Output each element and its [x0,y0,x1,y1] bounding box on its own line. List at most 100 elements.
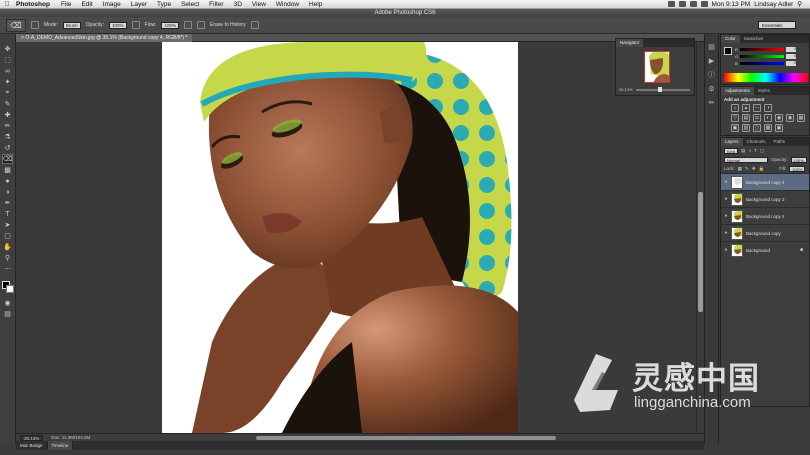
color-lookup-icon[interactable]: ▦ [797,114,805,122]
menu-layer[interactable]: Layer [126,1,152,8]
color-panel-foreground[interactable] [724,47,732,55]
brush-size-icon[interactable] [31,21,39,29]
dodge-tool-icon[interactable]: ◑ [2,187,13,197]
color-spectrum-bar[interactable] [724,73,808,82]
menu-3d[interactable]: 3D [229,1,247,8]
color-r-slider[interactable] [739,48,784,51]
marquee-tool-icon[interactable]: ⬚ [2,55,13,65]
hand-tool-icon[interactable]: ✋ [2,242,13,252]
gradient-map-icon[interactable]: ▩ [764,124,772,132]
layer-opacity-field[interactable]: 100% [790,156,807,163]
document-canvas[interactable] [162,42,518,433]
invert-icon[interactable]: ▣ [731,124,739,132]
lock-position-icon[interactable]: ✥ [752,166,756,172]
menu-clock[interactable]: Mon 9:13 PM [712,1,751,8]
history-brush-tool-icon[interactable]: ↺ [2,143,13,153]
blur-tool-icon[interactable]: ● [2,176,13,186]
color-b-slider[interactable] [739,62,784,65]
actions-panel-icon[interactable]: ▶ [707,56,717,65]
apple-icon[interactable]:  [0,1,14,8]
filter-type-icon[interactable]: T [754,148,757,153]
zoom-level-field[interactable]: 35.13% [20,434,44,441]
navigator-zoom-value[interactable]: 35.13% [619,87,633,92]
dropbox-icon[interactable] [667,1,675,7]
tool-preset-picker[interactable]: ⌫ [6,18,26,32]
hue-saturation-icon[interactable]: ▤ [742,114,750,122]
lasso-tool-icon[interactable]: ∞ [2,66,13,76]
screen-mode-icon[interactable]: ▤ [2,309,13,319]
brush-panel-icon[interactable]: ✏ [707,98,717,107]
exposure-icon[interactable]: ◑ [764,104,772,112]
gradient-tool-icon[interactable]: ▩ [2,165,13,175]
tab-layers[interactable]: Layers [721,138,743,146]
spotlight-icon[interactable]: ⚲ [797,0,802,8]
navigator-zoom-slider[interactable] [636,87,690,92]
opacity-field[interactable]: 100% [109,21,127,29]
vertical-scroll-thumb[interactable] [698,192,703,312]
clone-stamp-tool-icon[interactable]: ⚗ [2,132,13,142]
menu-user[interactable]: Lindsay Adler [754,1,793,8]
color-r-value[interactable]: 0 [785,47,796,52]
curves-icon[interactable]: ∽ [753,104,761,112]
color-g-value[interactable]: 0 [786,54,797,59]
color-balance-icon[interactable]: ⚖ [753,114,761,122]
color-b-value[interactable]: 0 [785,61,796,66]
menu-app-name[interactable]: Photoshop [14,1,56,8]
flow-field[interactable]: 100% [161,21,179,29]
wifi-icon[interactable] [678,1,686,7]
type-tool-icon[interactable]: T [2,209,13,219]
layer-visibility-icon[interactable]: ● [721,230,731,236]
threshold-icon[interactable]: ▢ [753,124,761,132]
filter-pixel-icon[interactable]: ▤ [741,148,745,154]
tab-color[interactable]: Color [721,35,740,43]
airbrush-icon[interactable] [184,21,192,29]
layer-visibility-icon[interactable]: ● [721,179,731,185]
menu-view[interactable]: View [247,1,271,8]
posterize-icon[interactable]: ▧ [742,124,750,132]
move-tool-icon[interactable]: ✥ [2,44,13,54]
path-select-tool-icon[interactable]: ➤ [2,220,13,230]
layer-background-copy[interactable]: ● Background copy [721,224,809,241]
background-color-swatch[interactable] [5,285,14,293]
blend-mode-select[interactable]: Normal [724,156,768,163]
eyedropper-tool-icon[interactable]: ✎ [2,99,13,109]
doc-size-info[interactable]: Doc: 11.3M/103.2M [51,435,90,440]
battery-icon[interactable] [700,1,708,7]
horizontal-scroll-thumb[interactable] [256,436,556,440]
lock-transparent-icon[interactable]: ▦ [738,166,742,172]
layer-visibility-icon[interactable]: ● [721,196,731,202]
healing-brush-tool-icon[interactable]: ✚ [2,110,13,120]
brush-tool-icon[interactable]: ✏ [2,121,13,131]
tab-mini-bridge[interactable]: Mini Bridge [16,441,48,450]
layer-visibility-icon[interactable]: ● [721,247,731,253]
menu-edit[interactable]: Edit [76,1,97,8]
info-panel-icon[interactable]: ⓘ [707,70,717,79]
tab-styles[interactable]: Styles [754,87,774,95]
filter-shape-icon[interactable]: ▢ [760,148,764,154]
vibrance-icon[interactable]: ▽ [731,114,739,122]
menu-help[interactable]: Help [304,1,327,8]
erase-history-checkbox[interactable] [197,21,205,29]
layer-background-copy-3[interactable]: ● Background copy 3 [721,190,809,207]
quick-mask-icon[interactable]: ◉ [2,298,13,308]
workspace-select[interactable]: Essentials [758,21,796,29]
extra-tools-icon[interactable]: ⋯ [2,264,13,274]
selective-color-icon[interactable]: ▣ [775,124,783,132]
menu-select[interactable]: Select [176,1,204,8]
volume-icon[interactable] [689,1,697,7]
properties-panel-icon[interactable]: ⚙ [707,84,717,93]
tab-timeline[interactable]: Timeline [47,441,74,450]
lock-all-icon[interactable]: 🔒 [759,166,765,172]
layer-background[interactable]: ● Background ■ [721,241,809,258]
menu-window[interactable]: Window [271,1,304,8]
eraser-tool-icon[interactable]: ⌫ [2,154,13,164]
pressure-opacity-icon[interactable] [131,21,140,29]
pen-tool-icon[interactable]: ✒ [2,198,13,208]
layer-kind-select[interactable]: Kind [724,147,739,154]
color-swatches[interactable] [1,280,15,294]
tab-paths[interactable]: Paths [770,138,790,146]
levels-icon[interactable]: ▲ [742,104,750,112]
layer-background-copy-2[interactable]: ● Background copy 2 [721,207,809,224]
mode-select[interactable]: Brush [62,21,81,29]
layer-background-copy-4[interactable]: ● Background copy 4 [721,173,809,190]
